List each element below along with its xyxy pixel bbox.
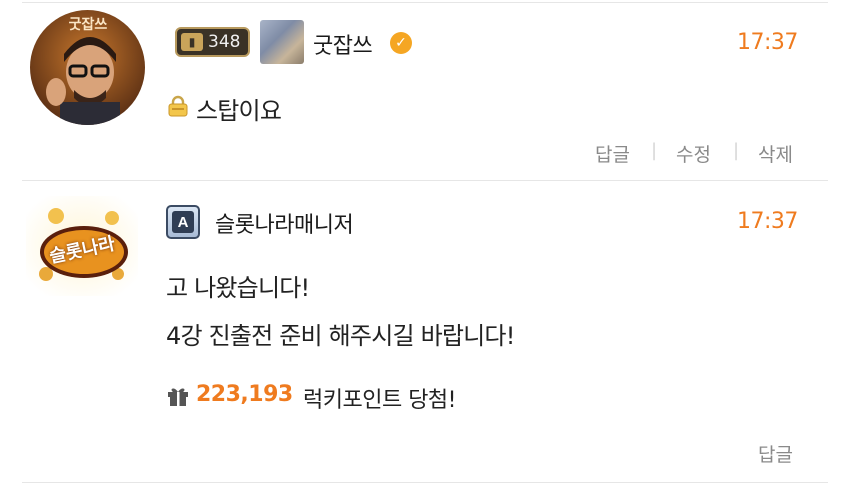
comment-text-line-1: 고 나왔습니다! [166,274,310,302]
comment-time: 17:37 [737,30,798,55]
verified-icon: ✓ [390,32,412,54]
edit-button[interactable]: 수정 [676,140,711,167]
comment-text-line-2: 4강 진출전 준비 해주시길 바랍니다! [166,322,515,350]
reply-button[interactable]: 답글 [595,140,630,167]
comment-time: 17:37 [737,209,798,234]
avatar-caption: 굿잡쓰 [68,17,108,33]
user-thumbnail [260,20,304,64]
manager-badge-icon: A [166,205,200,239]
lock-icon [168,95,188,117]
level-number: 348 [208,32,241,52]
level-badge: ▮ 348 [175,27,251,57]
reply-button[interactable]: 답글 [758,440,793,467]
author-name[interactable]: 슬롯나라매니저 [215,207,354,239]
lucky-points-label: 럭키포인트 당첨! [303,388,457,413]
comment-divider [22,180,828,181]
comment-text: 스탑이요 [196,97,282,125]
author-name[interactable]: 굿잡쓰 [313,28,373,60]
action-separator: | [651,140,658,161]
level-badge-icon: ▮ [181,33,203,51]
gift-icon [168,388,188,406]
top-divider [22,2,828,3]
manager-badge-letter: A [172,211,194,233]
delete-button[interactable]: 삭제 [758,140,793,167]
avatar[interactable]: 굿잡쓰 [30,10,145,125]
lucky-points-value: 223,193 [196,382,293,407]
avatar[interactable]: 슬롯나라 [26,196,138,296]
bottom-divider [22,482,828,483]
action-separator: | [733,140,740,161]
